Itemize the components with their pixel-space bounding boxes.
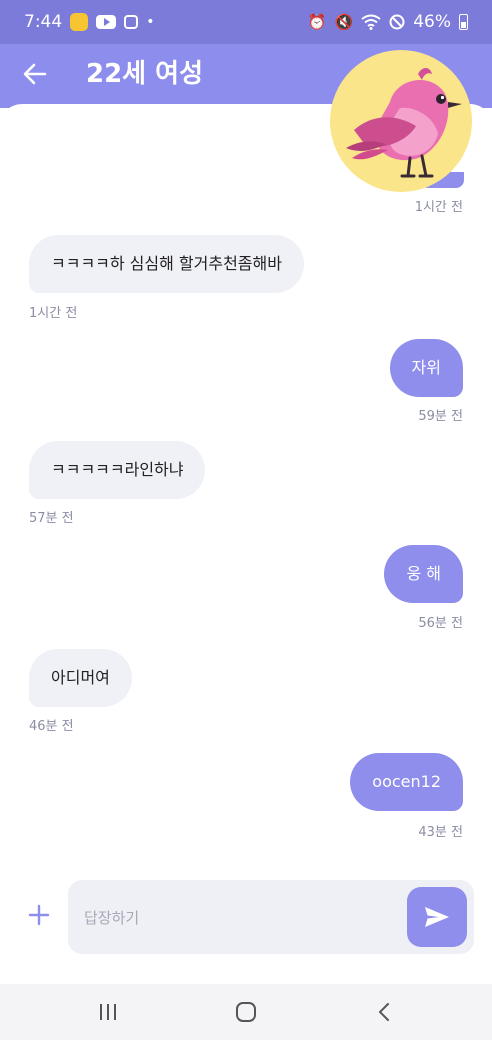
alarm-icon: ⏰ (307, 13, 327, 31)
attach-button[interactable] (24, 898, 54, 932)
message-time: 56분 전 (418, 616, 463, 631)
message-time: 57분 전 (29, 511, 74, 526)
instagram-icon (124, 15, 139, 29)
status-time: 7:44 (24, 12, 63, 32)
nav-back-button[interactable] (364, 998, 404, 1026)
message-time: 1시간 전 (29, 306, 78, 321)
system-nav-bar (0, 984, 492, 1040)
status-bar-left: 7:44 • (24, 12, 154, 32)
back-icon (379, 1003, 389, 1021)
message-time: 43분 전 (418, 825, 463, 840)
composer (68, 880, 474, 954)
send-icon (425, 907, 449, 927)
message-bubble-in[interactable]: 아디머여 (29, 649, 132, 707)
do-not-disturb-icon (389, 14, 405, 30)
recent-apps-icon (100, 1004, 116, 1020)
message-time: 1시간 전 (414, 200, 463, 215)
arrow-left-icon (23, 63, 47, 85)
mute-icon: 🔇 (334, 13, 354, 31)
chat-title: 22세 여성 (86, 59, 203, 89)
back-button[interactable] (18, 54, 52, 94)
message-time: 46분 전 (29, 719, 74, 734)
battery-percent: 46% (413, 12, 451, 32)
recent-apps-button[interactable] (88, 998, 128, 1026)
avatar[interactable] (330, 50, 472, 192)
message-time: 59분 전 (418, 409, 463, 424)
wifi-icon (361, 14, 381, 30)
youtube-icon (96, 15, 117, 29)
status-bar: 7:44 • ⏰ 🔇 46% (0, 0, 492, 44)
reply-input[interactable] (82, 898, 386, 938)
message-bubble-in[interactable]: ㅋㅋㅋㅋㅋ라인하냐 (29, 441, 206, 499)
status-bar-right: ⏰ 🔇 46% (308, 12, 468, 32)
dot-icon: • (146, 14, 155, 30)
bird-icon (346, 68, 462, 178)
send-button[interactable] (407, 887, 467, 947)
plus-icon (28, 904, 50, 926)
notification-badge-icon (70, 13, 89, 31)
home-icon (236, 1002, 256, 1022)
message-bubble-out[interactable]: 웅 해 (384, 545, 463, 603)
message-bubble-in[interactable]: ㅋㅋㅋㅋ하 심심해 할거추천좀해바 (29, 235, 304, 293)
message-bubble-out[interactable]: oocen12 (350, 753, 463, 811)
message-bubble-out[interactable]: 자위 (389, 339, 463, 397)
battery-icon (459, 14, 468, 30)
home-button[interactable] (226, 998, 266, 1026)
